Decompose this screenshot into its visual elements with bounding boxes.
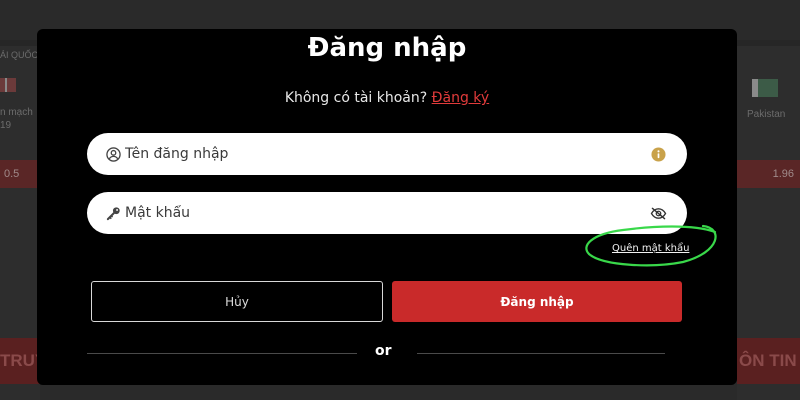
background-league-label: ÁI QUỐC [0, 50, 39, 60]
login-button[interactable]: Đăng nhập [392, 281, 682, 322]
signup-link[interactable]: Đăng ký [432, 90, 490, 106]
background-left-team: n mạch [0, 107, 33, 118]
divider-or: or [375, 343, 392, 359]
background-right-odds: 1.96 [737, 160, 800, 188]
password-field[interactable] [87, 192, 687, 234]
background-right-team: Pakistan [747, 109, 786, 120]
cancel-button[interactable]: Hủy [91, 281, 383, 322]
eye-slash-icon[interactable] [649, 204, 667, 222]
info-icon[interactable] [649, 145, 667, 163]
background-left-banner: TRUY [0, 338, 46, 384]
signup-prompt: Không có tài khoản? [284, 90, 428, 106]
forgot-password-link[interactable]: Quên mật khẩu [612, 243, 689, 254]
user-icon [105, 146, 121, 162]
divider-line-left [87, 353, 357, 354]
login-modal: Đăng nhập Không có tài khoản? Đăng ký Tê… [37, 29, 737, 385]
denmark-flag-icon [0, 78, 16, 92]
username-input[interactable] [125, 146, 649, 162]
signup-prompt-row: Không có tài khoản? Đăng ký [37, 90, 737, 106]
background-left-team-sub: 19 [0, 120, 12, 131]
modal-title: Đăng nhập [307, 33, 467, 63]
password-input[interactable] [125, 205, 649, 221]
username-field[interactable] [87, 133, 687, 175]
background-left-odds: 0.5 [0, 160, 40, 188]
divider-line-right [417, 353, 665, 354]
key-icon [105, 205, 121, 221]
pakistan-flag-icon [752, 79, 778, 97]
background-right-banner: ÔN TIN T [737, 338, 800, 384]
